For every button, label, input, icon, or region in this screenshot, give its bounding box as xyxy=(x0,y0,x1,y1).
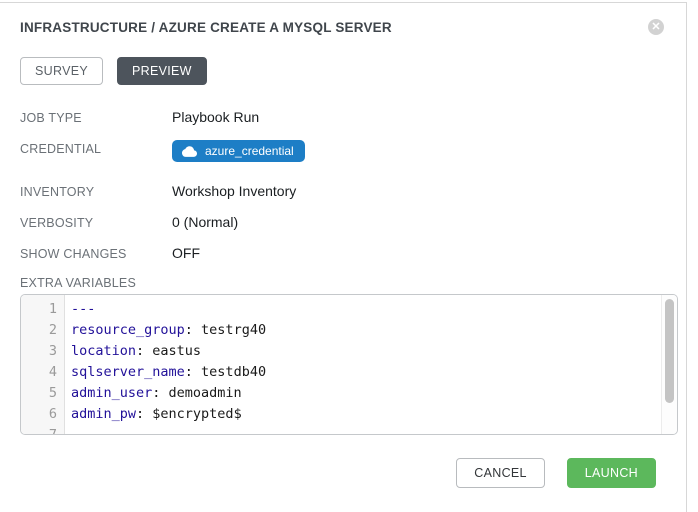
code-rest: : demoadmin xyxy=(152,385,241,401)
credential-badge-label: azure_credential xyxy=(205,144,294,158)
line-number: 5 xyxy=(21,383,65,404)
code-key: location xyxy=(71,343,136,359)
detail-value: Playbook Run xyxy=(172,109,259,125)
tab-survey[interactable]: SURVEY xyxy=(20,57,103,85)
code-line: 6 admin_pw: $encrypted$ xyxy=(21,404,677,425)
code-line: 3 location: eastus xyxy=(21,341,677,362)
detail-row: SHOW CHANGES OFF xyxy=(20,245,666,264)
editor-scrollbar-track[interactable] xyxy=(661,295,677,434)
code-text xyxy=(65,425,71,435)
detail-value: 0 (Normal) xyxy=(172,214,238,230)
code-text: sqlserver_name: testdb40 xyxy=(65,362,266,383)
code-key: admin_pw xyxy=(71,406,136,422)
code-line: 1 --- xyxy=(21,299,677,320)
tab-preview[interactable]: PREVIEW xyxy=(117,57,207,85)
detail-label: VERBOSITY xyxy=(20,214,172,230)
code-key: sqlserver_name xyxy=(71,364,185,380)
line-number: 3 xyxy=(21,341,65,362)
code-text: --- xyxy=(65,299,95,320)
editor-content: 1 --- 2 resource_group: testrg40 3 locat… xyxy=(21,295,677,435)
launch-button[interactable]: LAUNCH xyxy=(567,458,656,488)
code-key: admin_user xyxy=(71,385,152,401)
line-number: 2 xyxy=(21,320,65,341)
code-line: 2 resource_group: testrg40 xyxy=(21,320,677,341)
detail-row: JOB TYPE Playbook Run xyxy=(20,109,666,128)
detail-label: INVENTORY xyxy=(20,183,172,199)
detail-label: JOB TYPE xyxy=(20,109,172,125)
close-icon[interactable]: ✕ xyxy=(648,19,664,35)
code-text: admin_pw: $encrypted$ xyxy=(65,404,242,425)
detail-label: CREDENTIAL xyxy=(20,140,172,156)
modal-title: INFRASTRUCTURE / AZURE CREATE A MYSQL SE… xyxy=(20,19,666,35)
code-rest: : testdb40 xyxy=(185,364,266,380)
code-text: location: eastus xyxy=(65,341,201,362)
line-number: 6 xyxy=(21,404,65,425)
code-line: 4 sqlserver_name: testdb40 xyxy=(21,362,677,383)
code-text: admin_user: demoadmin xyxy=(65,383,242,404)
detail-value: azure_credential xyxy=(172,140,305,162)
tab-label: PREVIEW xyxy=(132,64,192,78)
line-number: 4 xyxy=(21,362,65,383)
credential-badge[interactable]: azure_credential xyxy=(172,140,305,162)
line-number: 7 xyxy=(21,425,65,435)
code-line: 7 xyxy=(21,425,677,435)
code-line: 5 admin_user: demoadmin xyxy=(21,383,677,404)
detail-label: SHOW CHANGES xyxy=(20,245,172,261)
detail-value: Workshop Inventory xyxy=(172,183,296,199)
code-rest: : testrg40 xyxy=(185,322,266,338)
line-number: 1 xyxy=(21,299,65,320)
cancel-button[interactable]: CANCEL xyxy=(456,458,545,488)
details: JOB TYPE Playbook Run CREDENTIAL azure_c… xyxy=(20,109,666,264)
code-key: --- xyxy=(71,301,95,317)
tabs: SURVEY PREVIEW xyxy=(20,57,666,85)
detail-row: CREDENTIAL azure_credential xyxy=(20,140,666,162)
extra-variables-editor[interactable]: 1 --- 2 resource_group: testrg40 3 locat… xyxy=(20,294,678,435)
detail-row: INVENTORY Workshop Inventory xyxy=(20,183,666,202)
code-rest: : eastus xyxy=(136,343,201,359)
detail-row: VERBOSITY 0 (Normal) xyxy=(20,214,666,233)
tab-label: SURVEY xyxy=(35,64,88,78)
code-rest: : $encrypted$ xyxy=(136,406,242,422)
footer: CANCEL LAUNCH xyxy=(20,458,666,488)
extra-variables-label: EXTRA VARIABLES xyxy=(20,276,666,290)
editor-scrollbar-thumb[interactable] xyxy=(665,299,674,403)
launch-preview-modal: INFRASTRUCTURE / AZURE CREATE A MYSQL SE… xyxy=(0,2,687,512)
code-text: resource_group: testrg40 xyxy=(65,320,266,341)
cloud-icon xyxy=(182,146,197,157)
detail-value: OFF xyxy=(172,245,200,261)
code-key: resource_group xyxy=(71,322,185,338)
